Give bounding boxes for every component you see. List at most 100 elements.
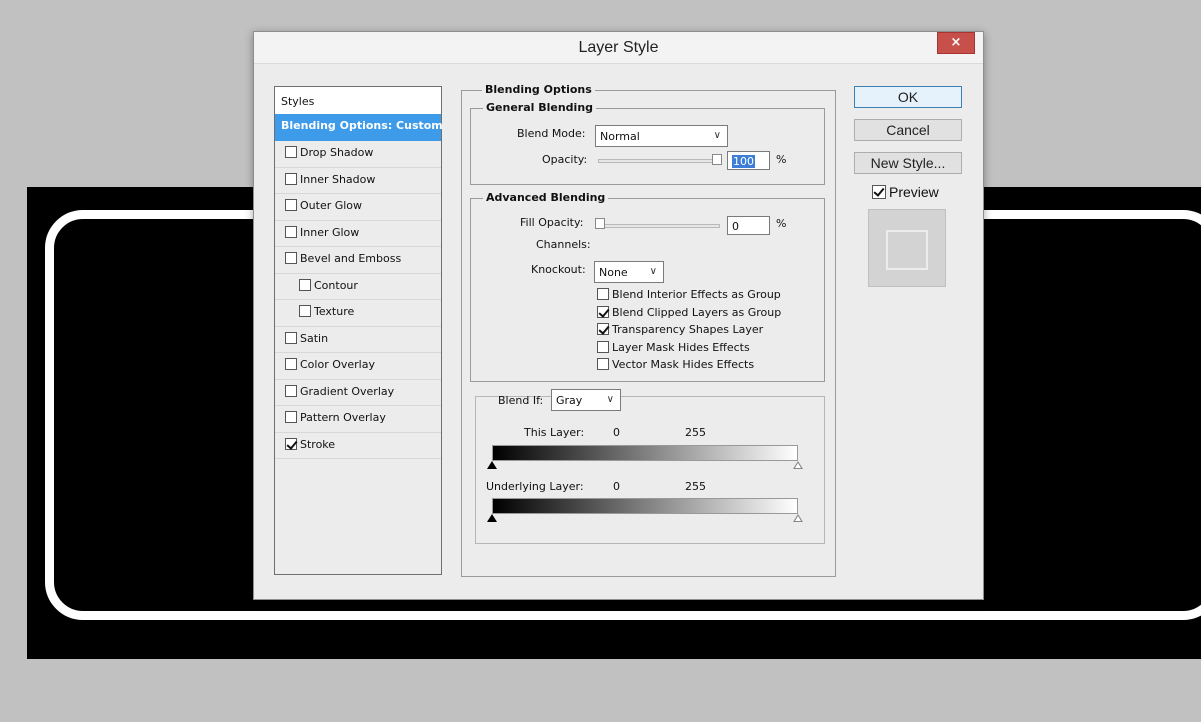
cancel-button[interactable]: Cancel bbox=[854, 119, 962, 141]
style-item-label: Inner Glow bbox=[300, 225, 360, 239]
style-item-label: Bevel and Emboss bbox=[300, 252, 402, 265]
checkbox-icon[interactable] bbox=[285, 225, 297, 238]
style-item-outer-glow[interactable]: Outer Glow bbox=[275, 194, 441, 221]
opacity-input[interactable]: 100 bbox=[727, 151, 770, 170]
fill-opacity-input[interactable]: 0 bbox=[727, 216, 770, 235]
advanced-option-checkbox[interactable]: Blend Interior Effects as Group bbox=[597, 288, 781, 301]
general-blending-title: General Blending bbox=[483, 101, 597, 114]
blending-options-title: Blending Options bbox=[482, 83, 595, 96]
style-item-blending-options-custom[interactable]: Blending Options: Custom bbox=[275, 114, 443, 141]
checkbox-icon[interactable] bbox=[285, 199, 297, 211]
style-item-label: Texture bbox=[314, 305, 355, 318]
style-item-label: Stroke bbox=[300, 437, 336, 451]
blend-mode-label: Blend Mode: bbox=[517, 127, 586, 140]
new-style-button[interactable]: New Style... bbox=[854, 152, 962, 174]
style-item-contour[interactable]: Contour bbox=[275, 274, 441, 300]
opacity-slider-thumb[interactable] bbox=[712, 154, 722, 165]
opacity-slider[interactable] bbox=[598, 159, 721, 163]
chevron-down-icon: ∨ bbox=[713, 130, 721, 141]
underlying-layer-min: 0 bbox=[613, 480, 620, 493]
checkbox-icon[interactable] bbox=[285, 358, 297, 370]
styles-list: Blending Options: Custom Drop Shadow Inner… bbox=[275, 114, 443, 459]
this-layer-min: 0 bbox=[613, 426, 620, 439]
style-item-satin[interactable]: Satin bbox=[275, 327, 441, 353]
channels-label: Channels: bbox=[536, 238, 591, 251]
fill-opacity-slider-thumb[interactable] bbox=[595, 218, 605, 229]
underlying-layer-gradient[interactable] bbox=[492, 498, 798, 514]
checkbox-icon[interactable] bbox=[285, 384, 297, 397]
blend-mode-select[interactable]: Normal ∨ bbox=[595, 125, 728, 147]
advanced-option-checkbox[interactable]: Transparency Shapes Layer bbox=[597, 323, 763, 336]
checkbox-icon[interactable] bbox=[597, 288, 609, 300]
this-layer-gradient[interactable] bbox=[492, 445, 798, 461]
styles-header[interactable]: Styles bbox=[274, 86, 442, 115]
this-layer-white-slider[interactable] bbox=[793, 461, 803, 469]
checkbox-icon[interactable] bbox=[285, 411, 297, 423]
checkbox-icon[interactable] bbox=[285, 172, 297, 185]
style-item-bevel-and-emboss[interactable]: Bevel and Emboss bbox=[275, 247, 441, 274]
style-item-texture[interactable]: Texture bbox=[275, 300, 441, 327]
style-item-gradient-overlay[interactable]: Gradient Overlay bbox=[275, 380, 441, 406]
underlying-layer-label: Underlying Layer: bbox=[486, 480, 584, 493]
blending-options-group: Blending Options General Blending Blend … bbox=[461, 83, 836, 577]
this-layer-label: This Layer: bbox=[524, 426, 585, 439]
style-item-label: Inner Shadow bbox=[300, 172, 376, 186]
opacity-unit: % bbox=[776, 153, 787, 166]
checkbox-icon[interactable] bbox=[299, 305, 311, 317]
knockout-label: Knockout: bbox=[531, 263, 586, 276]
checkbox-icon[interactable] bbox=[285, 252, 297, 264]
titlebar: Layer Style × bbox=[254, 32, 983, 64]
style-item-inner-shadow[interactable]: Inner Shadow bbox=[275, 168, 441, 194]
chevron-down-icon: ∨ bbox=[649, 266, 657, 277]
knockout-select[interactable]: None ∨ bbox=[594, 261, 664, 283]
advanced-option-label: Layer Mask Hides Effects bbox=[612, 340, 750, 354]
preview-thumbnail bbox=[868, 209, 946, 287]
checkbox-icon[interactable] bbox=[285, 331, 297, 344]
style-item-color-overlay[interactable]: Color Overlay bbox=[275, 353, 441, 380]
general-blending-group: General Blending Blend Mode: Normal ∨ Op… bbox=[470, 101, 825, 185]
checkbox-icon[interactable] bbox=[285, 437, 297, 450]
advanced-option-label: Blend Clipped Layers as Group bbox=[612, 305, 782, 319]
opacity-label: Opacity: bbox=[542, 153, 588, 166]
ok-button[interactable]: OK bbox=[854, 86, 962, 108]
style-item-label: Outer Glow bbox=[300, 199, 363, 212]
checkbox-icon[interactable] bbox=[597, 358, 609, 370]
layer-style-dialog: Layer Style × Styles Blending Options: C… bbox=[253, 31, 984, 600]
underlying-layer-max: 255 bbox=[685, 480, 706, 493]
dialog-title: Layer Style bbox=[578, 39, 659, 56]
checkbox-icon[interactable] bbox=[872, 185, 886, 199]
this-layer-black-slider[interactable] bbox=[487, 461, 497, 469]
advanced-blending-title: Advanced Blending bbox=[483, 191, 609, 204]
underlying-layer-black-slider[interactable] bbox=[487, 514, 497, 522]
blend-if-label: Blend If: bbox=[498, 394, 544, 407]
style-item-label: Pattern Overlay bbox=[300, 411, 386, 424]
style-item-stroke[interactable]: Stroke bbox=[275, 433, 441, 459]
styles-panel: Styles Blending Options: Custom Drop Shad… bbox=[274, 86, 443, 575]
preview-swatch bbox=[886, 230, 928, 270]
checkbox-icon[interactable] bbox=[285, 146, 297, 158]
checkbox-icon[interactable] bbox=[597, 305, 609, 318]
style-item-drop-shadow[interactable]: Drop Shadow bbox=[275, 141, 441, 168]
fill-opacity-unit: % bbox=[776, 217, 787, 230]
style-item-inner-glow[interactable]: Inner Glow bbox=[275, 221, 441, 247]
style-item-pattern-overlay[interactable]: Pattern Overlay bbox=[275, 406, 441, 433]
fill-opacity-slider[interactable] bbox=[597, 224, 720, 228]
advanced-option-label: Vector Mask Hides Effects bbox=[612, 358, 755, 371]
advanced-option-label: Blend Interior Effects as Group bbox=[612, 288, 781, 301]
blend-if-group: Blend If: Gray ∨ This Layer: 0 255 Under… bbox=[475, 389, 825, 544]
advanced-blending-group: Advanced Blending Fill Opacity: 0 % Chan… bbox=[470, 191, 825, 382]
checkbox-icon[interactable] bbox=[299, 278, 311, 291]
checkbox-icon[interactable] bbox=[597, 323, 609, 335]
advanced-option-checkbox[interactable]: Vector Mask Hides Effects bbox=[597, 358, 754, 371]
advanced-option-label: Transparency Shapes Layer bbox=[612, 323, 764, 336]
blend-if-select[interactable]: Gray ∨ bbox=[551, 389, 621, 411]
style-item-label: Gradient Overlay bbox=[300, 384, 395, 398]
underlying-layer-white-slider[interactable] bbox=[793, 514, 803, 522]
advanced-option-checkbox[interactable]: Layer Mask Hides Effects bbox=[597, 340, 750, 354]
checkbox-icon[interactable] bbox=[597, 340, 609, 353]
close-button[interactable]: × bbox=[937, 32, 975, 54]
preview-checkbox[interactable]: Preview bbox=[872, 184, 939, 200]
style-item-label: Color Overlay bbox=[300, 358, 375, 371]
this-layer-max: 255 bbox=[685, 426, 706, 439]
advanced-option-checkbox[interactable]: Blend Clipped Layers as Group bbox=[597, 305, 782, 319]
